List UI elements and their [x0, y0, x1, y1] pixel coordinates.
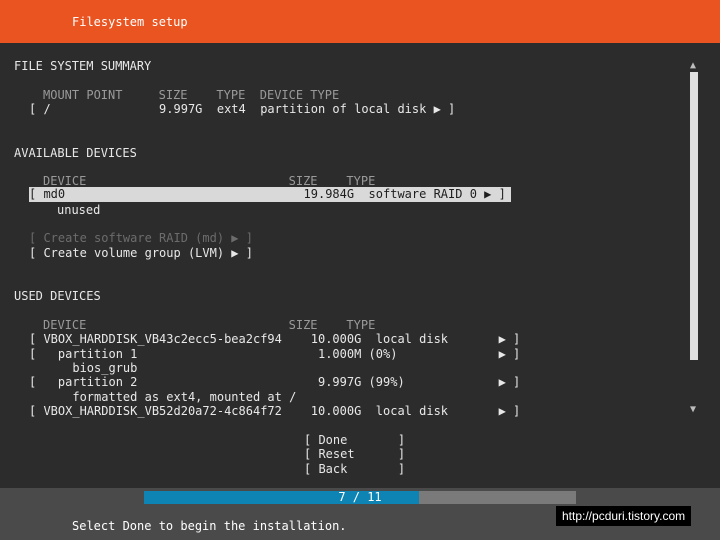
- used-device-row-partition1[interactable]: [ partition 1 1.000M (0%) ▶ ]: [29, 347, 520, 361]
- create-lvm-button[interactable]: [ Create volume group (LVM) ▶ ]: [29, 246, 253, 260]
- header-bar: Filesystem setup: [0, 0, 720, 43]
- scroll-down-icon[interactable]: ▼: [690, 403, 696, 417]
- progress-label: 7 / 11: [338, 490, 382, 504]
- device-md0-label: [ md0 19.984G software RAID 0 ▶ ]: [29, 187, 506, 201]
- progress-bar: 7 / 11: [144, 491, 576, 504]
- watermark: http://pcduri.tistory.com: [556, 506, 692, 526]
- used-device-row-disk1[interactable]: [ VBOX_HARDDISK_VB43c2ecc5-bea2cf94 10.0…: [29, 332, 520, 346]
- partition1-usage: bios_grub: [29, 361, 138, 375]
- device-md0-status: unused: [57, 203, 101, 217]
- back-button[interactable]: [ Back ]: [304, 462, 405, 476]
- used-heading: USED DEVICES: [14, 289, 101, 303]
- summary-heading: FILE SYSTEM SUMMARY: [14, 59, 152, 73]
- available-heading: AVAILABLE DEVICES: [14, 146, 137, 160]
- selected-device-row[interactable]: [ md0 19.984G software RAID 0 ▶ ]: [29, 187, 511, 202]
- page-title: Filesystem setup: [72, 15, 188, 29]
- summary-column-headers: MOUNT POINT SIZE TYPE DEVICE TYPE: [43, 88, 340, 102]
- used-device-row-disk2[interactable]: [ VBOX_HARDDISK_VB52d20a72-4c864f72 10.0…: [29, 404, 520, 418]
- summary-row-root[interactable]: [ / 9.997G ext4 partition of local disk …: [29, 102, 455, 116]
- reset-button[interactable]: [ Reset ]: [304, 447, 405, 461]
- create-raid-button[interactable]: [ Create software RAID (md) ▶ ]: [29, 231, 253, 245]
- done-button[interactable]: [ Done ]: [304, 433, 405, 447]
- partition2-usage: formatted as ext4, mounted at /: [29, 390, 297, 404]
- used-device-row-partition2[interactable]: [ partition 2 9.997G (99%) ▶ ]: [29, 375, 520, 389]
- status-message: Select Done to begin the installation.: [72, 519, 347, 533]
- scrollbar[interactable]: [690, 72, 698, 360]
- used-column-headers: DEVICE SIZE TYPE: [43, 318, 376, 332]
